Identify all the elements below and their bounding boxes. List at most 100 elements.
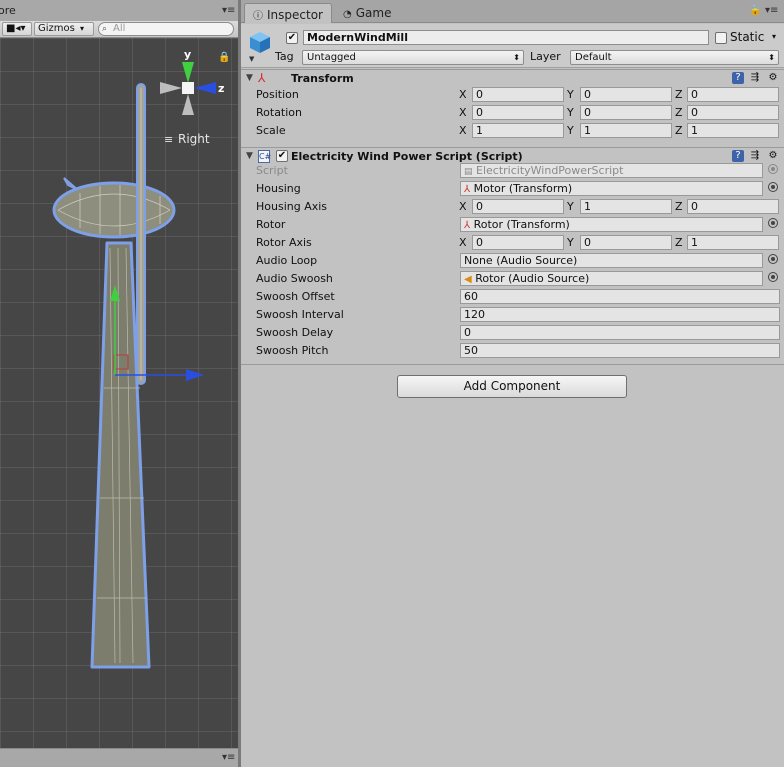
gizmos-button[interactable]: Gizmos ▾ [34, 22, 94, 36]
position-y-field[interactable]: 0 [580, 87, 672, 102]
object-picker-icon[interactable] [768, 182, 778, 192]
info-icon: ⓘ [253, 11, 263, 22]
axis-z-label[interactable]: Z [675, 88, 683, 101]
tab-inspector-label: Inspector [267, 8, 323, 22]
orientation-gizmo [160, 62, 216, 115]
scene-tab-label[interactable]: ore [0, 4, 16, 17]
camera-mode-button[interactable]: ■◂▾ [2, 22, 32, 36]
object-picker-icon[interactable] [768, 254, 778, 264]
rotor-axis-z-field[interactable]: 1 [687, 235, 779, 250]
static-checkbox[interactable] [715, 32, 727, 44]
housing-axis-x-field[interactable]: 0 [472, 199, 564, 214]
transform-title: Transform [291, 72, 354, 85]
axis-y-label[interactable]: Y [567, 200, 574, 213]
axis-x-label[interactable]: X [459, 124, 467, 137]
inspector-panel: ⓘ Inspector ◔ Game 🔒 ▾≡ ▼ ✔ ModernWindMill… [241, 0, 784, 767]
scene-viewport[interactable]: y z 🔒 ≡ Right [0, 38, 238, 748]
swoosh-offset-field[interactable]: 60 [460, 289, 780, 304]
updown-icon: ⬍ [768, 53, 775, 62]
lock-icon[interactable]: 🔒 [749, 5, 761, 16]
object-picker-icon[interactable] [768, 272, 778, 282]
script-row: Script ▤ ElectricityWindPowerScript [241, 162, 784, 180]
rotor-label: Rotor [256, 218, 286, 231]
position-z-field[interactable]: 0 [687, 87, 779, 102]
tab-game[interactable]: ◔ Game [335, 3, 399, 23]
tag-dropdown[interactable]: Untagged ⬍ [302, 50, 524, 65]
rotor-field[interactable]: ⅄ Rotor (Transform) [460, 217, 763, 232]
layer-dropdown[interactable]: Default ⬍ [570, 50, 779, 65]
panel-menu-icon[interactable]: ▾≡ [765, 5, 778, 16]
housing-field[interactable]: ⅄ Motor (Transform) [460, 181, 763, 196]
script-field: ▤ ElectricityWindPowerScript [460, 163, 763, 178]
rotation-z-field[interactable]: 0 [687, 105, 779, 120]
axis-x-label[interactable]: X [459, 200, 467, 213]
help-icon[interactable]: ? [732, 72, 744, 84]
axis-x-label[interactable]: X [459, 106, 467, 119]
axis-x-label[interactable]: X [459, 236, 467, 249]
axis-z-label[interactable]: Z [675, 200, 683, 213]
axis-y-label[interactable]: Y [567, 236, 574, 249]
swoosh-delay-label: Swoosh Delay [256, 326, 334, 339]
object-header: ▼ ✔ ModernWindMill Static ▾ Tag Untagged… [241, 24, 784, 68]
axis-y-label[interactable]: Y [567, 124, 574, 137]
housing-axis-y-field[interactable]: 1 [580, 199, 672, 214]
housing-axis-z-field[interactable]: 0 [687, 199, 779, 214]
active-checkbox[interactable]: ✔ [286, 32, 298, 44]
axis-y-label[interactable]: Y [567, 88, 574, 101]
swoosh-delay-field[interactable]: 0 [460, 325, 780, 340]
chevron-down-icon[interactable]: ▾ [772, 32, 776, 41]
object-name-field[interactable]: ModernWindMill [303, 30, 709, 45]
chevron-down-icon[interactable]: ▼ [249, 55, 254, 63]
help-icon[interactable]: ? [732, 150, 744, 162]
panel-menu-icon[interactable]: ▾≡ [222, 5, 235, 16]
audio-loop-field[interactable]: None (Audio Source) [460, 253, 763, 268]
rotation-label: Rotation [256, 106, 303, 119]
script-value: ElectricityWindPowerScript [476, 164, 624, 177]
axis-z-label[interactable]: Z [675, 124, 683, 137]
swoosh-interval-row: Swoosh Interval 120 [241, 306, 784, 324]
axis-z-label[interactable]: Z [675, 236, 683, 249]
axis-x-label[interactable]: X [459, 88, 467, 101]
audio-swoosh-label: Audio Swoosh [256, 272, 333, 285]
axis-z-label[interactable]: Z [675, 106, 683, 119]
panel-menu-icon[interactable]: ▾≡ [222, 752, 235, 763]
swoosh-delay-row: Swoosh Delay 0 [241, 324, 784, 342]
script-enabled-checkbox[interactable]: ✔ [276, 150, 288, 162]
position-x-field[interactable]: 0 [472, 87, 564, 102]
swoosh-offset-row: Swoosh Offset 60 [241, 288, 784, 306]
audio-swoosh-field[interactable]: ◀ Rotor (Audio Source) [460, 271, 763, 286]
housing-label: Housing [256, 182, 301, 195]
updown-icon: ⬍ [513, 53, 520, 62]
rotation-y-field[interactable]: 0 [580, 105, 672, 120]
scale-x-field[interactable]: 1 [472, 123, 564, 138]
axis-y-label[interactable]: Y [567, 106, 574, 119]
transform-icon: ⅄ [258, 71, 266, 85]
scene-tab-bar: ore ▾≡ [0, 0, 238, 21]
scene-bottom-bar: ▾≡ [0, 748, 238, 767]
inspector-tab-bar: ⓘ Inspector ◔ Game 🔒 ▾≡ [241, 0, 784, 23]
swoosh-interval-field[interactable]: 120 [460, 307, 780, 322]
tab-inspector[interactable]: ⓘ Inspector [244, 3, 332, 23]
rotor-axis-y-field[interactable]: 0 [580, 235, 672, 250]
object-picker-icon[interactable] [768, 218, 778, 228]
component-separator [241, 364, 784, 365]
rotor-axis-x-field[interactable]: 0 [472, 235, 564, 250]
lock-icon: 🔒 [218, 51, 230, 63]
camera-icon: ■◂▾ [6, 23, 26, 34]
scale-row: Scale X 1 Y 1 Z 1 [241, 122, 784, 140]
position-row: Position X 0 Y 0 Z 0 [241, 86, 784, 104]
preset-icon[interactable]: ⇶ [749, 72, 761, 84]
gizmo-z-label: z [218, 82, 224, 95]
rotation-x-field[interactable]: 0 [472, 105, 564, 120]
gear-icon[interactable]: ⚙ [767, 150, 779, 162]
scale-z-field[interactable]: 1 [687, 123, 779, 138]
preset-icon[interactable]: ⇶ [749, 150, 761, 162]
add-component-button[interactable]: Add Component [397, 375, 627, 398]
scale-y-field[interactable]: 1 [580, 123, 672, 138]
gear-icon[interactable]: ⚙ [767, 72, 779, 84]
transform-header[interactable]: ▼ ⅄ Transform ? ⇶ ⚙ [241, 69, 784, 87]
scene-search-input[interactable]: ⌕ All [98, 22, 234, 36]
swoosh-pitch-field[interactable]: 50 [460, 343, 780, 358]
swoosh-pitch-row: Swoosh Pitch 50 [241, 342, 784, 360]
rotor-axis-row: Rotor Axis X 0 Y 0 Z 1 [241, 234, 784, 252]
